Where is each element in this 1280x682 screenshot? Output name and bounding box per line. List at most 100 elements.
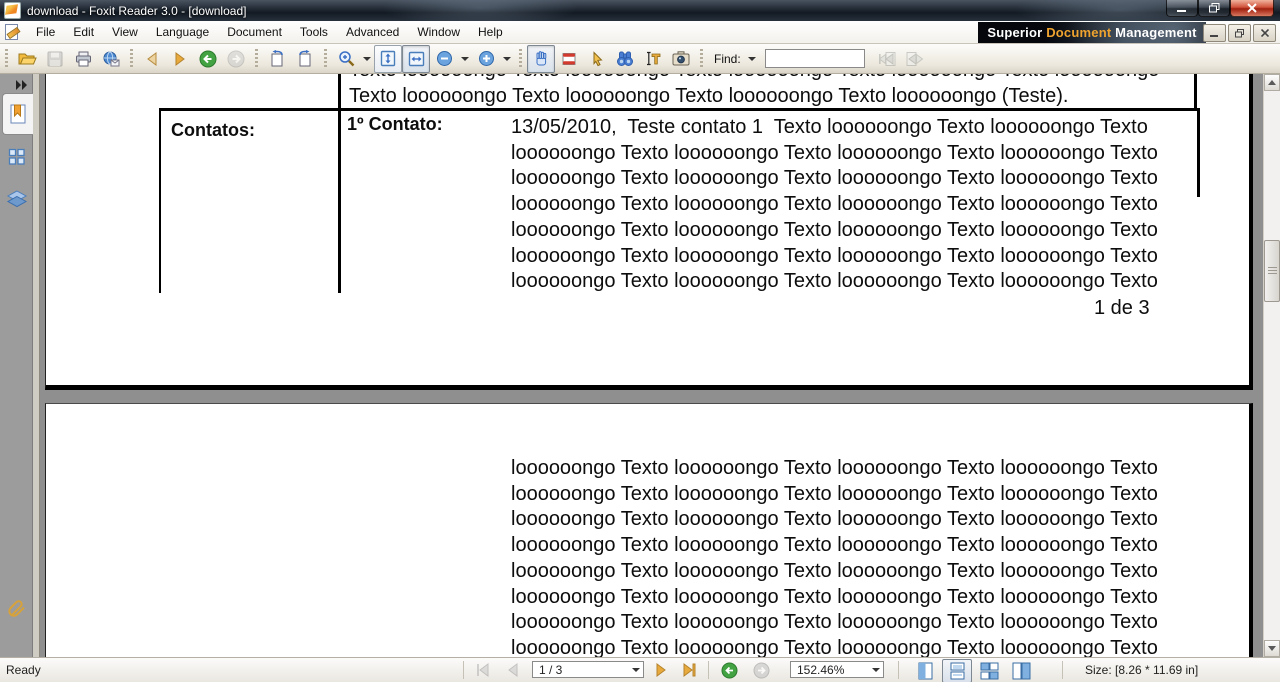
zoom-field-caret[interactable] xyxy=(872,667,880,672)
select-annotation-button[interactable] xyxy=(583,45,611,73)
table-border-line xyxy=(1194,74,1197,108)
menu-window[interactable]: Window xyxy=(408,22,469,42)
typewriter-tool-button[interactable] xyxy=(639,45,667,73)
menu-tools[interactable]: Tools xyxy=(291,22,337,42)
table-border-line xyxy=(338,74,341,293)
bookmarks-panel-tab[interactable] xyxy=(2,93,33,135)
scroll-up-button[interactable] xyxy=(1264,74,1280,91)
email-button[interactable] xyxy=(97,45,125,73)
close-button[interactable] xyxy=(1230,0,1274,17)
find-options-caret[interactable] xyxy=(747,56,756,61)
facing-layout-button[interactable] xyxy=(974,659,1004,682)
menu-view[interactable]: View xyxy=(103,22,147,42)
expand-panel-button[interactable] xyxy=(13,78,29,92)
toolbar-grip[interactable] xyxy=(5,48,8,69)
go-forward-button[interactable] xyxy=(222,45,250,73)
menu-file[interactable]: File xyxy=(27,22,64,42)
search-button[interactable] xyxy=(611,45,639,73)
document-window-icon xyxy=(4,24,21,40)
zoom-level-field[interactable]: 152.46% xyxy=(790,661,884,678)
previous-view-button[interactable] xyxy=(716,660,742,680)
toolbar-grip[interactable] xyxy=(519,48,522,69)
vertical-scrollbar[interactable] xyxy=(1263,74,1280,657)
next-view-arrow-button[interactable] xyxy=(166,45,194,73)
zoom-out-dropdown-caret[interactable] xyxy=(461,56,469,61)
toolbar-grip[interactable] xyxy=(324,48,327,69)
menu-language[interactable]: Language xyxy=(147,22,218,42)
contatos-label: Contatos: xyxy=(171,120,255,140)
banner-text-management: Management xyxy=(1111,25,1197,40)
fit-width-icon xyxy=(408,51,424,66)
email-globe-icon xyxy=(103,51,120,66)
document-restore-icon xyxy=(1234,28,1244,37)
restore-icon xyxy=(1208,3,1219,13)
rotate-clockwise-button[interactable] xyxy=(291,45,319,73)
previous-page-button[interactable] xyxy=(500,660,526,680)
statusbar-separator xyxy=(708,661,709,679)
hand-tool-button[interactable] xyxy=(527,44,555,73)
toolbar-grip[interactable] xyxy=(700,48,703,69)
scroll-down-button[interactable] xyxy=(1264,640,1280,657)
continuous-layout-button[interactable] xyxy=(942,659,972,682)
menu-document[interactable]: Document xyxy=(218,22,291,42)
toolbar-grip[interactable] xyxy=(130,48,133,69)
zoom-in-button[interactable] xyxy=(472,45,500,73)
scrollbar-grip xyxy=(1268,267,1277,275)
panel-splitter[interactable] xyxy=(33,74,40,657)
page1-top-partial-line: Texto loooooongo Texto loooooongo Texto … xyxy=(349,74,1159,84)
document-minimize-button[interactable] xyxy=(1203,24,1226,42)
next-page-button[interactable] xyxy=(648,660,674,680)
rotate-counterclockwise-button[interactable] xyxy=(263,45,291,73)
bookmark-icon xyxy=(10,104,26,124)
find-input[interactable] xyxy=(764,49,865,68)
zoom-in-dropdown-caret[interactable] xyxy=(503,56,511,61)
scrollbar-thumb[interactable] xyxy=(1264,240,1280,302)
foxit-reader-window: download - Foxit Reader 3.0 - [download]… xyxy=(0,0,1280,682)
contact-content-line: loooooongo Texto loooooongo Texto looooo… xyxy=(511,611,1158,634)
first-page-button[interactable] xyxy=(470,660,496,680)
page-number-field[interactable]: 1 / 3 xyxy=(532,661,644,678)
snapshot-button[interactable] xyxy=(667,45,695,73)
open-button[interactable] xyxy=(13,45,41,73)
previous-view-arrow-button[interactable] xyxy=(138,45,166,73)
next-view-button[interactable] xyxy=(748,660,774,680)
find-previous-button[interactable] xyxy=(873,45,901,73)
menu-edit[interactable]: Edit xyxy=(64,22,103,42)
page-field-caret[interactable] xyxy=(632,667,640,672)
single-page-layout-icon xyxy=(918,662,932,680)
page-indicator: 1 / 3 xyxy=(539,662,563,677)
facing-layout-icon xyxy=(980,662,998,680)
fit-page-button[interactable] xyxy=(374,44,402,73)
last-page-button[interactable] xyxy=(676,660,702,680)
continuous-facing-layout-button[interactable] xyxy=(1006,659,1036,682)
pages-panel-tab[interactable] xyxy=(4,144,30,170)
document-close-button[interactable] xyxy=(1253,24,1276,42)
last-page-icon xyxy=(683,663,696,677)
toolbar-grip[interactable] xyxy=(255,48,258,69)
next-view-icon xyxy=(753,662,769,678)
menu-help[interactable]: Help xyxy=(469,22,512,42)
pages-thumbnails-icon xyxy=(8,148,25,165)
menu-advanced[interactable]: Advanced xyxy=(337,22,408,42)
layers-panel-tab[interactable] xyxy=(4,186,30,212)
document-view[interactable]: Texto loooooongo Texto loooooongo Texto … xyxy=(40,74,1263,657)
print-button[interactable] xyxy=(69,45,97,73)
contact-content-line: loooooongo Texto loooooongo Texto looooo… xyxy=(511,585,1158,608)
navigation-sidebar xyxy=(0,74,33,657)
minimize-button[interactable] xyxy=(1166,0,1198,17)
zoom-tool-dropdown-caret[interactable] xyxy=(363,56,371,61)
document-restore-button[interactable] xyxy=(1228,24,1251,42)
restore-button[interactable] xyxy=(1198,0,1230,17)
select-text-button[interactable] xyxy=(555,45,583,73)
zoom-tool-button[interactable] xyxy=(332,45,360,73)
first-contact-label: 1º Contato: xyxy=(347,114,443,134)
fit-width-button[interactable] xyxy=(402,44,430,73)
go-back-button[interactable] xyxy=(194,45,222,73)
attachments-panel-tab[interactable] xyxy=(4,596,30,622)
continuous-facing-layout-icon xyxy=(1012,662,1030,680)
save-button[interactable] xyxy=(41,45,69,73)
find-next-button[interactable] xyxy=(901,45,929,73)
single-page-layout-button[interactable] xyxy=(910,659,940,682)
zoom-out-icon xyxy=(436,51,452,66)
zoom-out-button[interactable] xyxy=(430,45,458,73)
